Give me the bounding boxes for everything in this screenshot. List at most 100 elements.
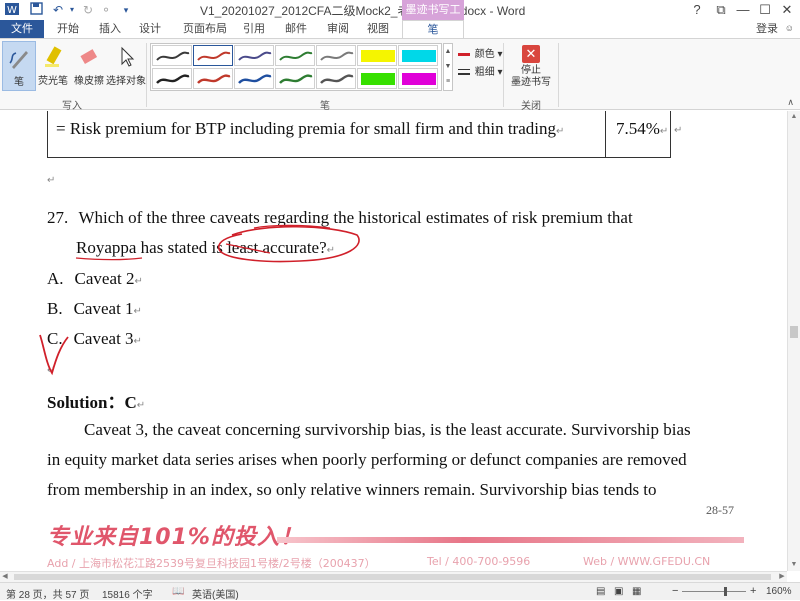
pen-style-12[interactable] bbox=[316, 68, 356, 89]
question-text-1: Which of the three caveats regarding the… bbox=[78, 208, 633, 227]
read-mode-icon[interactable]: ▤ bbox=[596, 586, 605, 597]
horizontal-scrollbar[interactable]: ◀ ▶ bbox=[0, 571, 787, 582]
pen-style-9[interactable] bbox=[193, 68, 233, 89]
ribbon-tabs: 文件 开始 插入 设计 页面布局 引用 邮件 审阅 视图 笔 登录 ☺ bbox=[0, 20, 800, 38]
highlighter-tool-label: 荧光笔 bbox=[38, 76, 68, 87]
tab-pen[interactable]: 笔 bbox=[402, 20, 464, 38]
proofing-icon[interactable]: 📖 bbox=[172, 586, 184, 597]
eraser-tool-label: 橡皮擦 bbox=[74, 76, 104, 87]
pens-group-label: 笔 bbox=[320, 101, 330, 112]
question-line-1: 27. Which of the three caveats regarding… bbox=[47, 208, 633, 228]
pen-style-14[interactable] bbox=[398, 68, 438, 89]
ink-tools-context-tab: 墨迹书写工具 bbox=[402, 0, 464, 36]
zoom-in-icon[interactable]: + bbox=[750, 585, 756, 597]
tab-page-layout[interactable]: 页面布局 bbox=[176, 20, 234, 38]
print-layout-icon[interactable]: ▣ bbox=[614, 586, 623, 597]
pen-thickness-label: 粗细 bbox=[474, 67, 495, 78]
tab-view[interactable]: 视图 bbox=[360, 20, 396, 38]
undo-dropdown-icon[interactable]: ▾ bbox=[64, 2, 80, 18]
pen-style-4[interactable] bbox=[275, 45, 315, 66]
table-cell-value: 7.54%↵ bbox=[616, 119, 669, 138]
window-title: V1_20201027_2012CFA二级Mock2_老师授课版.docx - … bbox=[200, 4, 526, 18]
word-count-status[interactable]: 15816 个字 bbox=[102, 586, 153, 601]
tab-insert[interactable]: 插入 bbox=[92, 20, 128, 38]
stop-inking-button[interactable]: ✕ 停止 墨迹书写 bbox=[508, 41, 554, 95]
document-page[interactable]: = Risk premium for BTP including premia … bbox=[0, 111, 787, 571]
question-line-2: Royappa has stated is least accurate?↵ bbox=[76, 238, 336, 257]
tab-design[interactable]: 设计 bbox=[132, 20, 168, 38]
pen-style-8[interactable] bbox=[152, 68, 192, 89]
pen-style-6[interactable] bbox=[357, 45, 397, 66]
eraser-tool-button[interactable]: 橡皮擦 bbox=[72, 41, 106, 91]
vertical-scrollbar[interactable]: ▲ ▼ bbox=[787, 111, 800, 571]
group-separator bbox=[503, 43, 504, 107]
save-icon[interactable] bbox=[28, 2, 44, 18]
table-cell-label: = Risk premium for BTP including premia … bbox=[56, 119, 565, 138]
pen-style-10[interactable] bbox=[234, 68, 274, 89]
scroll-up-icon[interactable]: ▲ bbox=[788, 111, 800, 123]
stop-inking-label-1: 停止 bbox=[521, 65, 541, 76]
web-layout-icon[interactable]: ▦ bbox=[632, 586, 641, 597]
pen-style-1[interactable] bbox=[152, 45, 192, 66]
quick-access-menu-icon[interactable]: ▾ bbox=[118, 2, 134, 18]
tab-home[interactable]: 开始 bbox=[50, 20, 86, 38]
zoom-slider[interactable] bbox=[682, 591, 746, 592]
pen-style-2[interactable] bbox=[193, 45, 233, 66]
eraser-icon bbox=[80, 49, 98, 64]
page-footer: Add / 上海市松花江路2539号复旦科技园1号楼/2号楼（200437） T… bbox=[47, 553, 737, 571]
pen-color-icon bbox=[458, 52, 470, 56]
solution-heading: Solution：C↵ bbox=[47, 393, 146, 412]
scroll-right-icon[interactable]: ▶ bbox=[777, 572, 787, 582]
status-bar: 第 28 页，共 57 页 15816 个字 📖 英语(美国) ▤ ▣ ▦ − … bbox=[0, 582, 800, 601]
pen-tool-label: 笔 bbox=[14, 77, 24, 88]
close-group-label: 关闭 bbox=[521, 101, 541, 112]
sign-in-link[interactable]: 登录 bbox=[756, 20, 778, 38]
paragraph-mark: ↵ bbox=[47, 175, 56, 186]
footer-web: Web / WWW.GFEDU.CN bbox=[583, 555, 711, 568]
stop-inking-label-2: 墨迹书写 bbox=[511, 77, 551, 88]
tab-references[interactable]: 引用 bbox=[236, 20, 272, 38]
tab-review[interactable]: 审阅 bbox=[320, 20, 356, 38]
pen-thickness-dropdown[interactable]: 粗细 ▾ bbox=[458, 63, 503, 78]
pen-color-label: 颜色 bbox=[474, 49, 495, 60]
scroll-left-icon[interactable]: ◀ bbox=[0, 572, 10, 582]
horizontal-scroll-thumb[interactable] bbox=[14, 574, 771, 580]
pen-style-13[interactable] bbox=[357, 68, 397, 89]
zoom-level[interactable]: 160% bbox=[766, 586, 792, 597]
question-number: 27. bbox=[47, 208, 69, 227]
cursor-arrow-icon bbox=[121, 46, 135, 67]
collapse-ribbon-icon[interactable]: ∧ bbox=[787, 97, 794, 108]
zoom-slider-handle[interactable] bbox=[724, 587, 727, 596]
pen-style-5[interactable] bbox=[316, 45, 356, 66]
pen-style-11[interactable] bbox=[275, 68, 315, 89]
tab-mailings[interactable]: 邮件 bbox=[278, 20, 314, 38]
help-icon[interactable]: ? bbox=[684, 0, 710, 20]
highlighter-tool-button[interactable]: 荧光笔 bbox=[36, 41, 70, 91]
pen-color-dropdown[interactable]: 颜色 ▾ bbox=[458, 45, 503, 60]
pen-thickness-icon bbox=[458, 69, 470, 76]
zoom-out-icon[interactable]: − bbox=[672, 585, 678, 597]
pen-style-3[interactable] bbox=[234, 45, 274, 66]
option-a: A. Caveat 2↵ bbox=[47, 269, 143, 288]
pen-style-7[interactable] bbox=[398, 45, 438, 66]
solution-para-line-3: from membership in an index, so only rel… bbox=[47, 480, 657, 499]
ribbon: 笔 荧光笔 橡皮擦 选择对象 写入 ▲ ▼ ≡ 颜色 ▾ 粗细 ▾ 笔 ✕ 停止… bbox=[0, 38, 800, 112]
vertical-scroll-thumb[interactable] bbox=[790, 326, 798, 338]
close-button[interactable]: ✕ bbox=[774, 0, 800, 20]
footer-tel: Tel / 400-700-9596 bbox=[427, 555, 531, 568]
title-bar: W ↶ ▾ ↻ ⚬ ▾ V1_20201027_2012CFA二级Mock2_老… bbox=[0, 0, 800, 36]
select-objects-tool-label: 选择对象 bbox=[106, 76, 146, 87]
select-objects-tool-button[interactable]: 选择对象 bbox=[106, 41, 146, 91]
row-end-mark: ↵ bbox=[674, 125, 683, 136]
pen-tool-button[interactable]: 笔 bbox=[2, 41, 36, 91]
customize-quick-access-icon[interactable]: ⚬ bbox=[98, 2, 114, 18]
page-count-status[interactable]: 第 28 页，共 57 页 bbox=[6, 586, 89, 601]
pen-gallery-scroll[interactable]: ▲ ▼ ≡ bbox=[443, 43, 453, 91]
user-icon[interactable]: ☺ bbox=[785, 23, 794, 33]
tab-file[interactable]: 文件 bbox=[0, 20, 44, 38]
risk-premium-table: = Risk premium for BTP including premia … bbox=[47, 111, 671, 158]
scroll-down-icon[interactable]: ▼ bbox=[788, 559, 800, 571]
language-status[interactable]: 英语(美国) bbox=[192, 586, 239, 601]
ink-underline-royappa bbox=[75, 257, 143, 261]
redo-icon[interactable]: ↻ bbox=[80, 2, 96, 18]
